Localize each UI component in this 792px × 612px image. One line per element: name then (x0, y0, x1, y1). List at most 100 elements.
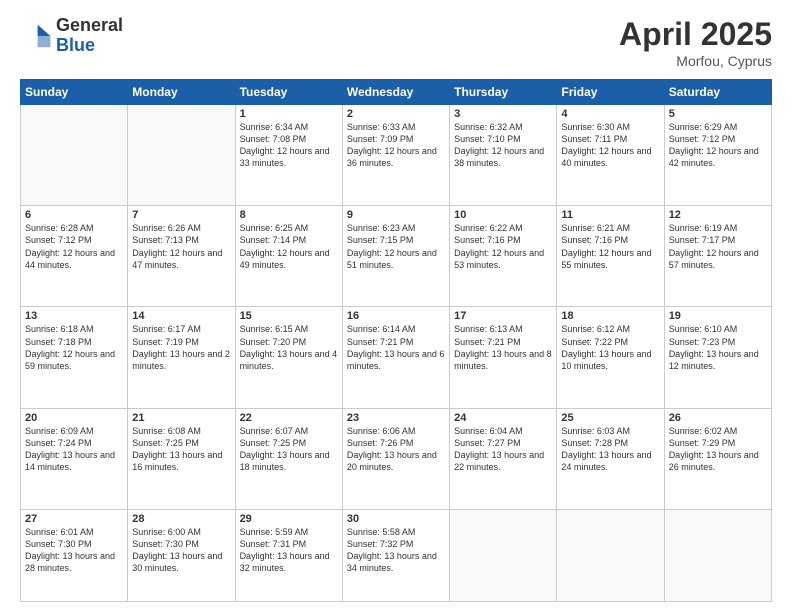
column-header-wednesday: Wednesday (342, 80, 449, 105)
day-number: 30 (347, 513, 445, 525)
day-cell: 5Sunrise: 6:29 AM Sunset: 7:12 PM Daylig… (664, 105, 771, 206)
day-cell: 12Sunrise: 6:19 AM Sunset: 7:17 PM Dayli… (664, 206, 771, 307)
day-cell: 4Sunrise: 6:30 AM Sunset: 7:11 PM Daylig… (557, 105, 664, 206)
day-number: 4 (561, 108, 659, 120)
column-header-thursday: Thursday (450, 80, 557, 105)
day-cell: 21Sunrise: 6:08 AM Sunset: 7:25 PM Dayli… (128, 408, 235, 509)
day-info: Sunrise: 6:17 AM Sunset: 7:19 PM Dayligh… (132, 323, 230, 372)
day-number: 17 (454, 310, 552, 322)
day-cell: 8Sunrise: 6:25 AM Sunset: 7:14 PM Daylig… (235, 206, 342, 307)
day-number: 11 (561, 209, 659, 221)
day-number: 10 (454, 209, 552, 221)
day-info: Sunrise: 6:34 AM Sunset: 7:08 PM Dayligh… (240, 121, 338, 170)
day-cell: 19Sunrise: 6:10 AM Sunset: 7:23 PM Dayli… (664, 307, 771, 408)
day-info: Sunrise: 6:08 AM Sunset: 7:25 PM Dayligh… (132, 425, 230, 474)
day-cell: 22Sunrise: 6:07 AM Sunset: 7:25 PM Dayli… (235, 408, 342, 509)
day-cell: 7Sunrise: 6:26 AM Sunset: 7:13 PM Daylig… (128, 206, 235, 307)
day-number: 5 (669, 108, 767, 120)
day-cell (557, 509, 664, 601)
day-info: Sunrise: 5:58 AM Sunset: 7:32 PM Dayligh… (347, 526, 445, 575)
header-row: SundayMondayTuesdayWednesdayThursdayFrid… (21, 80, 772, 105)
day-cell: 23Sunrise: 6:06 AM Sunset: 7:26 PM Dayli… (342, 408, 449, 509)
day-cell: 14Sunrise: 6:17 AM Sunset: 7:19 PM Dayli… (128, 307, 235, 408)
day-number: 28 (132, 513, 230, 525)
day-number: 1 (240, 108, 338, 120)
day-cell (664, 509, 771, 601)
day-cell: 13Sunrise: 6:18 AM Sunset: 7:18 PM Dayli… (21, 307, 128, 408)
day-number: 26 (669, 412, 767, 424)
day-number: 6 (25, 209, 123, 221)
day-cell: 18Sunrise: 6:12 AM Sunset: 7:22 PM Dayli… (557, 307, 664, 408)
day-cell: 29Sunrise: 5:59 AM Sunset: 7:31 PM Dayli… (235, 509, 342, 601)
day-cell: 10Sunrise: 6:22 AM Sunset: 7:16 PM Dayli… (450, 206, 557, 307)
day-cell: 30Sunrise: 5:58 AM Sunset: 7:32 PM Dayli… (342, 509, 449, 601)
day-number: 13 (25, 310, 123, 322)
day-info: Sunrise: 6:04 AM Sunset: 7:27 PM Dayligh… (454, 425, 552, 474)
day-cell (450, 509, 557, 601)
day-info: Sunrise: 6:22 AM Sunset: 7:16 PM Dayligh… (454, 222, 552, 271)
logo-general-text: General (56, 16, 123, 36)
page: General Blue April 2025 Morfou, Cyprus S… (0, 0, 792, 612)
day-info: Sunrise: 6:30 AM Sunset: 7:11 PM Dayligh… (561, 121, 659, 170)
day-info: Sunrise: 6:26 AM Sunset: 7:13 PM Dayligh… (132, 222, 230, 271)
day-number: 24 (454, 412, 552, 424)
day-info: Sunrise: 6:33 AM Sunset: 7:09 PM Dayligh… (347, 121, 445, 170)
day-info: Sunrise: 6:15 AM Sunset: 7:20 PM Dayligh… (240, 323, 338, 372)
day-cell: 20Sunrise: 6:09 AM Sunset: 7:24 PM Dayli… (21, 408, 128, 509)
calendar-header: SundayMondayTuesdayWednesdayThursdayFrid… (21, 80, 772, 105)
day-info: Sunrise: 6:29 AM Sunset: 7:12 PM Dayligh… (669, 121, 767, 170)
day-cell: 17Sunrise: 6:13 AM Sunset: 7:21 PM Dayli… (450, 307, 557, 408)
column-header-monday: Monday (128, 80, 235, 105)
calendar-body: 1Sunrise: 6:34 AM Sunset: 7:08 PM Daylig… (21, 105, 772, 602)
day-cell (128, 105, 235, 206)
day-info: Sunrise: 6:13 AM Sunset: 7:21 PM Dayligh… (454, 323, 552, 372)
title-location: Morfou, Cyprus (619, 53, 772, 69)
day-number: 14 (132, 310, 230, 322)
logo-text: General Blue (56, 16, 123, 56)
day-info: Sunrise: 6:03 AM Sunset: 7:28 PM Dayligh… (561, 425, 659, 474)
title-month: April 2025 (619, 16, 772, 53)
day-info: Sunrise: 6:25 AM Sunset: 7:14 PM Dayligh… (240, 222, 338, 271)
day-number: 23 (347, 412, 445, 424)
day-info: Sunrise: 6:02 AM Sunset: 7:29 PM Dayligh… (669, 425, 767, 474)
day-info: Sunrise: 6:19 AM Sunset: 7:17 PM Dayligh… (669, 222, 767, 271)
day-info: Sunrise: 6:09 AM Sunset: 7:24 PM Dayligh… (25, 425, 123, 474)
day-number: 7 (132, 209, 230, 221)
day-cell: 27Sunrise: 6:01 AM Sunset: 7:30 PM Dayli… (21, 509, 128, 601)
week-row-5: 27Sunrise: 6:01 AM Sunset: 7:30 PM Dayli… (21, 509, 772, 601)
day-cell: 16Sunrise: 6:14 AM Sunset: 7:21 PM Dayli… (342, 307, 449, 408)
day-info: Sunrise: 6:32 AM Sunset: 7:10 PM Dayligh… (454, 121, 552, 170)
day-number: 12 (669, 209, 767, 221)
day-number: 3 (454, 108, 552, 120)
day-number: 2 (347, 108, 445, 120)
day-number: 25 (561, 412, 659, 424)
logo: General Blue (20, 16, 123, 56)
day-cell: 26Sunrise: 6:02 AM Sunset: 7:29 PM Dayli… (664, 408, 771, 509)
day-number: 16 (347, 310, 445, 322)
day-info: Sunrise: 5:59 AM Sunset: 7:31 PM Dayligh… (240, 526, 338, 575)
column-header-sunday: Sunday (21, 80, 128, 105)
day-number: 8 (240, 209, 338, 221)
day-info: Sunrise: 6:21 AM Sunset: 7:16 PM Dayligh… (561, 222, 659, 271)
header: General Blue April 2025 Morfou, Cyprus (20, 16, 772, 69)
column-header-tuesday: Tuesday (235, 80, 342, 105)
week-row-1: 1Sunrise: 6:34 AM Sunset: 7:08 PM Daylig… (21, 105, 772, 206)
logo-icon (20, 20, 52, 52)
day-info: Sunrise: 6:01 AM Sunset: 7:30 PM Dayligh… (25, 526, 123, 575)
day-number: 29 (240, 513, 338, 525)
day-cell: 25Sunrise: 6:03 AM Sunset: 7:28 PM Dayli… (557, 408, 664, 509)
day-info: Sunrise: 6:23 AM Sunset: 7:15 PM Dayligh… (347, 222, 445, 271)
day-cell: 2Sunrise: 6:33 AM Sunset: 7:09 PM Daylig… (342, 105, 449, 206)
week-row-3: 13Sunrise: 6:18 AM Sunset: 7:18 PM Dayli… (21, 307, 772, 408)
day-number: 22 (240, 412, 338, 424)
day-info: Sunrise: 6:28 AM Sunset: 7:12 PM Dayligh… (25, 222, 123, 271)
logo-blue-text: Blue (56, 36, 123, 56)
calendar-table: SundayMondayTuesdayWednesdayThursdayFrid… (20, 79, 772, 602)
day-info: Sunrise: 6:07 AM Sunset: 7:25 PM Dayligh… (240, 425, 338, 474)
day-number: 9 (347, 209, 445, 221)
day-info: Sunrise: 6:12 AM Sunset: 7:22 PM Dayligh… (561, 323, 659, 372)
day-cell: 3Sunrise: 6:32 AM Sunset: 7:10 PM Daylig… (450, 105, 557, 206)
day-cell: 15Sunrise: 6:15 AM Sunset: 7:20 PM Dayli… (235, 307, 342, 408)
day-cell: 11Sunrise: 6:21 AM Sunset: 7:16 PM Dayli… (557, 206, 664, 307)
day-number: 21 (132, 412, 230, 424)
